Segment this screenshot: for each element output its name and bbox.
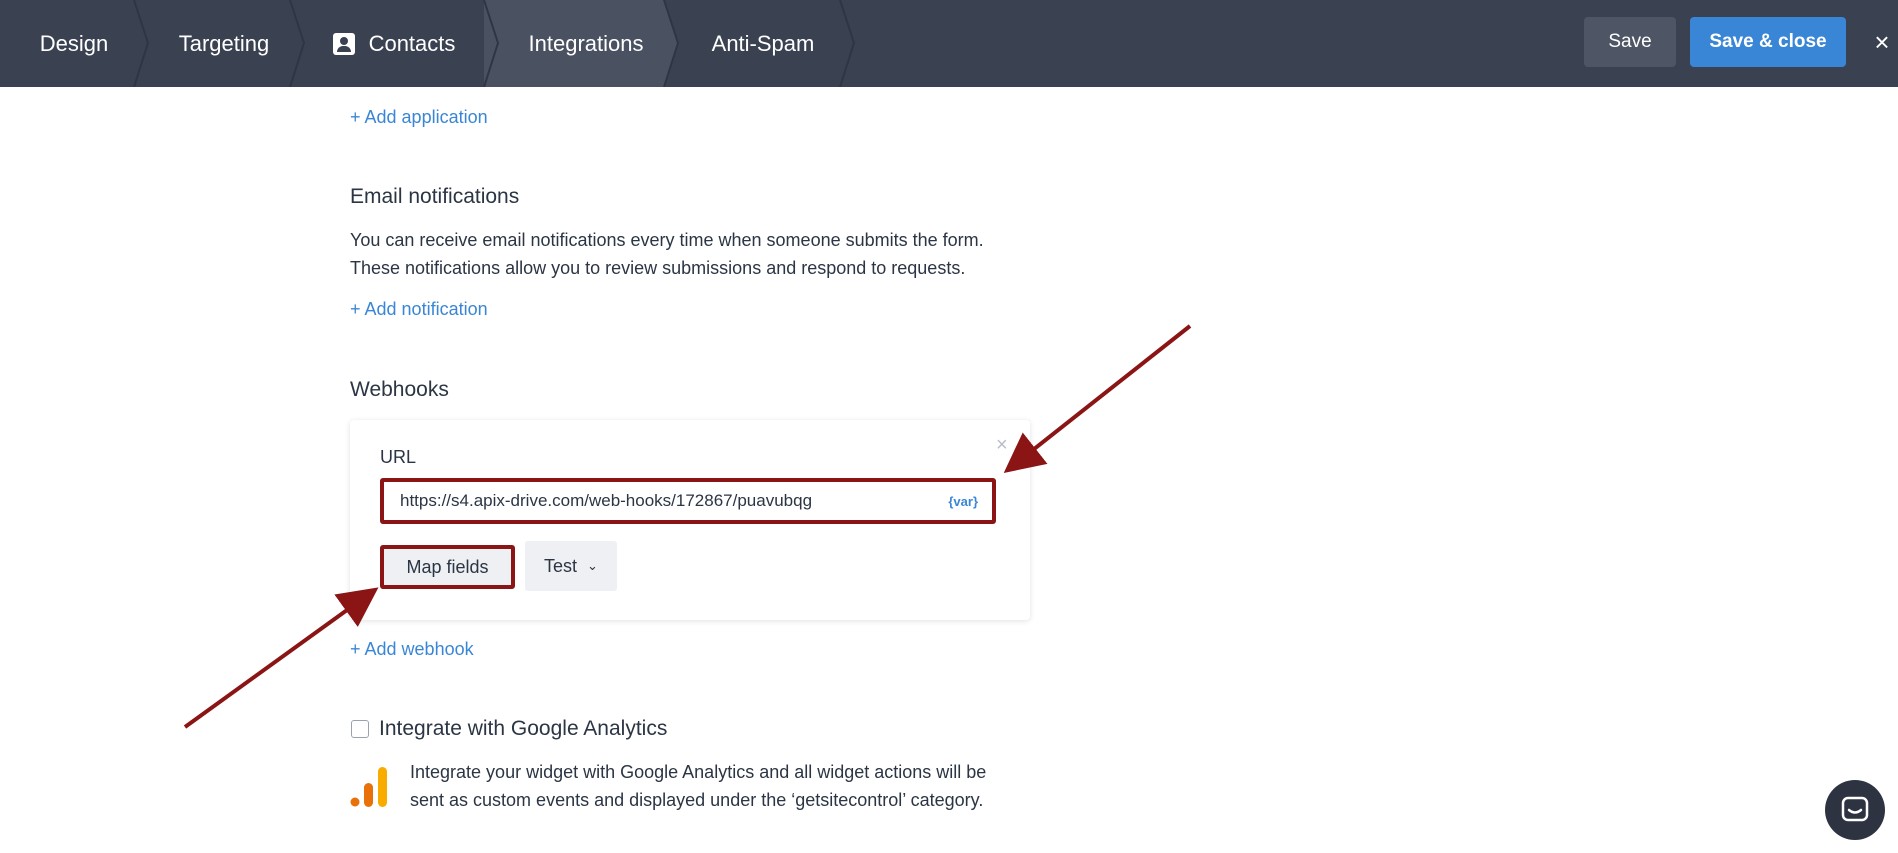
remove-webhook-icon[interactable]: × (996, 434, 1008, 457)
email-notifications-description: You can receive email notifications ever… (350, 226, 984, 282)
save-and-close-button[interactable]: Save & close (1690, 17, 1846, 67)
add-webhook-link[interactable]: + Add webhook (350, 639, 474, 660)
chat-icon (1841, 796, 1869, 822)
add-notification-link[interactable]: + Add notification (350, 299, 488, 320)
google-analytics-description: Integrate your widget with Google Analyt… (410, 758, 986, 814)
description-line: Integrate your widget with Google Analyt… (410, 762, 987, 782)
annotation-arrow (1003, 324, 1192, 473)
google-analytics-label[interactable]: Integrate with Google Analytics (379, 717, 667, 741)
webhook-url-input[interactable]: https://s4.apix-drive.com/web-hooks/1728… (380, 478, 996, 524)
description-line: You can receive email notifications ever… (350, 230, 984, 250)
insert-variable-button[interactable]: {var} (948, 494, 978, 509)
email-notifications-title: Email notifications (350, 185, 520, 208)
description-line: These notifications allow you to review … (350, 258, 966, 278)
webhooks-title: Webhooks (350, 378, 449, 401)
chat-launcher-button[interactable] (1825, 780, 1885, 840)
description-line: sent as custom events and displayed unde… (410, 790, 984, 810)
google-analytics-checkbox[interactable] (351, 720, 369, 738)
save-button[interactable]: Save (1584, 17, 1676, 67)
url-value: https://s4.apix-drive.com/web-hooks/1728… (400, 491, 813, 510)
annotation-arrow (183, 587, 379, 729)
test-dropdown-button[interactable]: Test ⌄ (525, 541, 617, 591)
top-bar: Design Targeting Contacts Integrations A… (0, 0, 1898, 87)
map-fields-button[interactable]: Map fields (380, 545, 515, 589)
google-analytics-icon (350, 767, 387, 807)
test-label: Test (544, 555, 578, 576)
chevron-down-icon: ⌄ (587, 558, 598, 573)
url-label: URL (380, 447, 417, 467)
step-dividers (133, 0, 856, 87)
close-icon[interactable]: × (1870, 29, 1894, 55)
webhook-card: × URL https://s4.apix-drive.com/web-hook… (350, 420, 1030, 620)
add-application-link[interactable]: + Add application (350, 107, 488, 128)
